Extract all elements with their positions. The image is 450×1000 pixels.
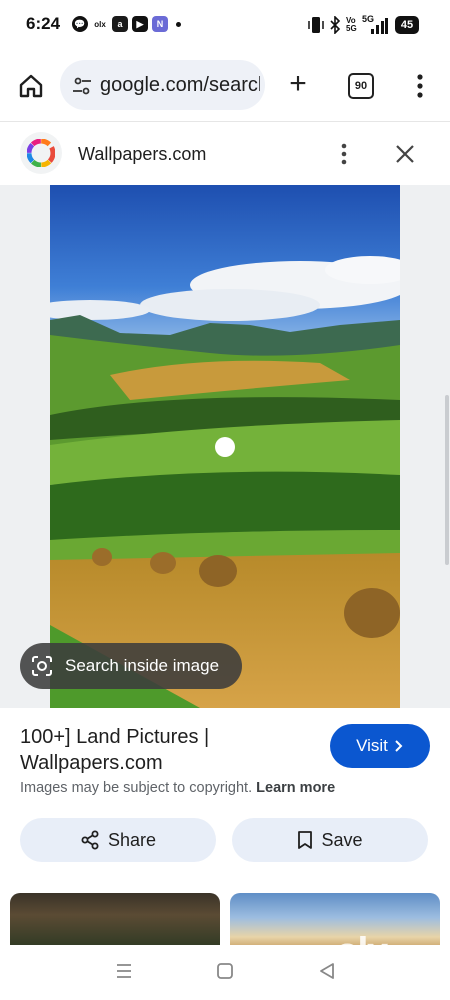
recents-icon[interactable] [114, 961, 134, 981]
related-image-thumbnail[interactable] [10, 893, 220, 948]
app2-icon: N [152, 16, 168, 32]
share-button[interactable]: Share [20, 818, 216, 862]
site-name[interactable]: Wallpapers.com [78, 144, 206, 165]
chevron-right-icon [395, 740, 403, 752]
tab-switcher-button[interactable]: 90 [348, 73, 374, 99]
lens-icon [32, 656, 52, 676]
home-icon [19, 74, 43, 98]
olx-icon: olx [94, 19, 106, 29]
site-more-icon[interactable] [336, 142, 352, 166]
search-inside-image-label: Search inside image [65, 656, 220, 675]
search-inside-image-button[interactable]: Search inside image [20, 643, 242, 689]
status-time: 6:24 [26, 14, 61, 33]
status-bar: 6:24 💬 olx a ▶ N Vo 5G 5G 45 [0, 0, 450, 50]
back-icon[interactable] [317, 961, 337, 981]
copyright-text: Images may be subject to copyright. [20, 780, 253, 796]
visit-button[interactable]: Visit [330, 724, 430, 768]
signal-icon [371, 18, 388, 34]
bluetooth-icon [330, 16, 341, 34]
landscape-image[interactable] [50, 185, 400, 708]
close-icon[interactable] [393, 142, 417, 166]
learn-more-link[interactable]: Learn more [256, 780, 335, 796]
scroll-indicator[interactable] [445, 395, 449, 565]
image-preview-area: Search inside image [0, 185, 450, 708]
volte-icon: Vo 5G [346, 16, 357, 33]
visit-label: Visit [356, 736, 388, 755]
bookmark-icon [298, 831, 313, 849]
site-logo [20, 132, 62, 174]
save-button[interactable]: Save [232, 818, 428, 862]
home-nav-icon[interactable] [215, 961, 235, 981]
url-text: google.com/search [100, 74, 260, 96]
battery-icon: 45 [395, 16, 419, 34]
site-settings-icon[interactable] [72, 76, 92, 96]
home-button[interactable] [12, 67, 50, 105]
olx-watermark: olx [335, 930, 389, 974]
more-menu-icon[interactable] [410, 72, 430, 100]
dot-icon [176, 22, 181, 27]
share-icon [81, 830, 99, 850]
new-tab-button[interactable]: + [283, 69, 313, 100]
youtube-icon: ▶ [132, 16, 148, 32]
copyright-notice: Images may be subject to copyright. Lear… [20, 780, 335, 796]
chat-icon: 💬 [72, 16, 88, 32]
site-header: Wallpapers.com [0, 121, 450, 186]
save-label: Save [321, 829, 363, 850]
result-title[interactable]: 100+] Land Pictures | Wallpapers.com [20, 724, 310, 776]
app-icon: a [112, 16, 128, 32]
share-label: Share [107, 829, 157, 850]
url-bar[interactable]: google.com/search [60, 60, 265, 110]
battery-level: 45 [400, 19, 414, 31]
wallpapers-logo-icon [27, 139, 55, 167]
vibrate-icon [308, 17, 324, 33]
